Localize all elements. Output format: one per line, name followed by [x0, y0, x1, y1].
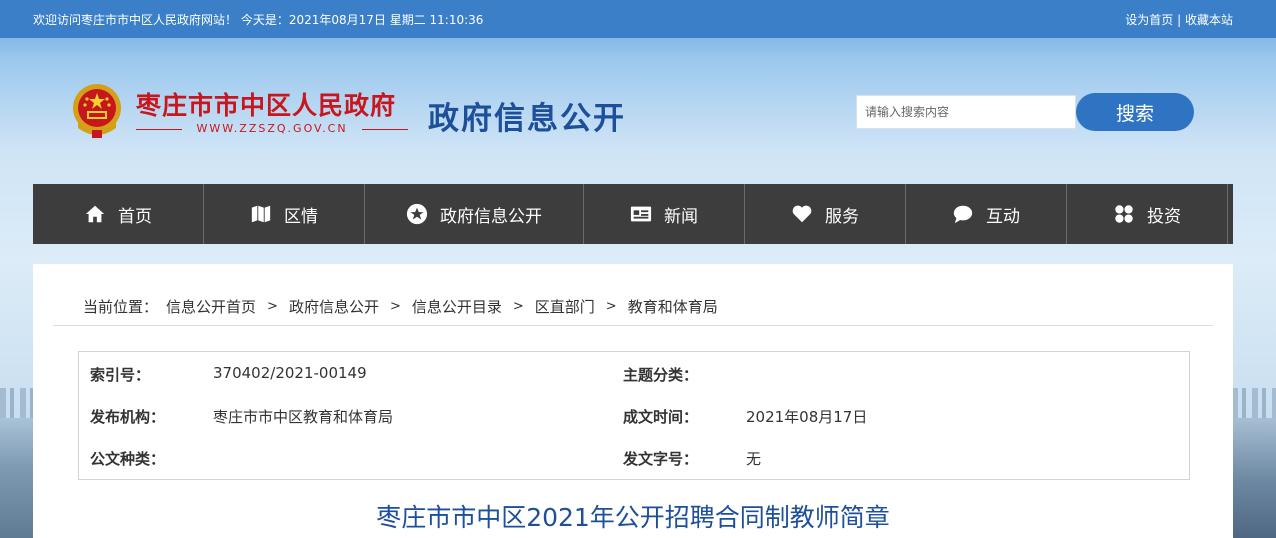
header: 枣庄市市中区人民政府 WWW.ZZSZQ.GOV.CN 政府信息公开 搜索: [0, 38, 1276, 184]
nav-item-label: 首页: [118, 206, 152, 227]
nav-item-services[interactable]: 服务: [745, 184, 906, 244]
site-name: 枣庄市市中区人民政府: [136, 91, 397, 120]
nav-item-home[interactable]: 首页: [33, 184, 204, 244]
content-panel: 当前位置： 信息公开首页 > 政府信息公开 > 信息公开目录 > 区直部门 > …: [33, 264, 1233, 538]
city-skyline-right: [1232, 388, 1276, 538]
document-title: 枣庄市市中区2021年公开招聘合同制教师简章: [376, 503, 890, 532]
breadcrumb: 当前位置： 信息公开首页 > 政府信息公开 > 信息公开目录 > 区直部门 > …: [83, 296, 718, 317]
document-metadata-table: 索引号： 370402/2021-00149 主题分类： 发布机构： 枣庄市市中…: [78, 351, 1190, 480]
top-links: 设为首页 | 收藏本站: [1125, 11, 1233, 28]
nav-item-label: 互动: [986, 206, 1020, 227]
breadcrumb-item[interactable]: 信息公开首页: [166, 296, 256, 317]
search-input[interactable]: [856, 95, 1076, 129]
news-card-icon: [630, 203, 652, 225]
nav-item-label: 政府信息公开: [440, 206, 542, 227]
nav-item-news[interactable]: 新闻: [584, 184, 745, 244]
nav-item-gov-info[interactable]: 政府信息公开: [365, 184, 584, 244]
publisher-label: 发布机构：: [90, 408, 166, 426]
docno-label: 发文字号：: [623, 450, 699, 468]
search-button[interactable]: 搜索: [1076, 93, 1194, 131]
home-icon: [84, 203, 106, 225]
nav-item-label: 新闻: [664, 206, 698, 227]
breadcrumb-item[interactable]: 政府信息公开: [289, 296, 379, 317]
nav-item-district[interactable]: 区情: [204, 184, 365, 244]
top-bar: 欢迎访问枣庄市市中区人民政府网站！ 今天是：2021年08月17日 星期二 11…: [0, 0, 1276, 38]
national-emblem-icon: [70, 82, 124, 140]
set-home-link[interactable]: 设为首页: [1125, 13, 1173, 27]
breadcrumb-separator: >: [512, 299, 524, 314]
doctype-label: 公文种类：: [90, 450, 166, 468]
breadcrumb-item[interactable]: 信息公开目录: [412, 296, 502, 317]
top-link-separator: |: [1173, 13, 1185, 27]
nav-item-label: 服务: [825, 206, 859, 227]
breadcrumb-divider: [53, 325, 1213, 326]
star-icon: [406, 203, 428, 225]
index-label: 索引号：: [90, 366, 151, 384]
index-value: 370402/2021-00149: [213, 364, 367, 382]
grid-icon: [1113, 203, 1135, 225]
nav-item-interaction[interactable]: 互动: [906, 184, 1067, 244]
breadcrumb-item[interactable]: 教育和体育局: [628, 296, 718, 317]
breadcrumb-separator: >: [267, 299, 278, 314]
breadcrumb-separator: >: [605, 299, 617, 314]
topic-label: 主题分类：: [623, 366, 699, 384]
breadcrumb-prefix: 当前位置：: [83, 298, 159, 316]
main-nav: 首页 区情 政府信息公开 新闻 服务 互动 投资: [33, 184, 1233, 244]
heart-icon: [791, 203, 813, 225]
date-label: 成文时间：: [623, 408, 699, 426]
chat-bubble-icon: [952, 203, 974, 225]
date-value: 2021年08月17日: [746, 408, 868, 426]
map-icon: [250, 203, 272, 225]
breadcrumb-separator: >: [389, 299, 401, 314]
nav-item-investment[interactable]: 投资: [1067, 184, 1228, 244]
nav-item-label: 区情: [284, 206, 318, 227]
bookmark-link[interactable]: 收藏本站: [1185, 13, 1233, 27]
docno-value: 无: [746, 450, 762, 468]
nav-item-label: 投资: [1147, 206, 1181, 227]
publisher-value: 枣庄市市中区教育和体育局: [213, 408, 394, 426]
breadcrumb-item[interactable]: 区直部门: [535, 296, 595, 317]
site-url: WWW.ZZSZQ.GOV.CN: [136, 122, 408, 135]
section-title: 政府信息公开: [428, 101, 626, 137]
welcome-text: 欢迎访问枣庄市市中区人民政府网站！ 今天是：2021年08月17日 星期二 11…: [33, 13, 484, 27]
